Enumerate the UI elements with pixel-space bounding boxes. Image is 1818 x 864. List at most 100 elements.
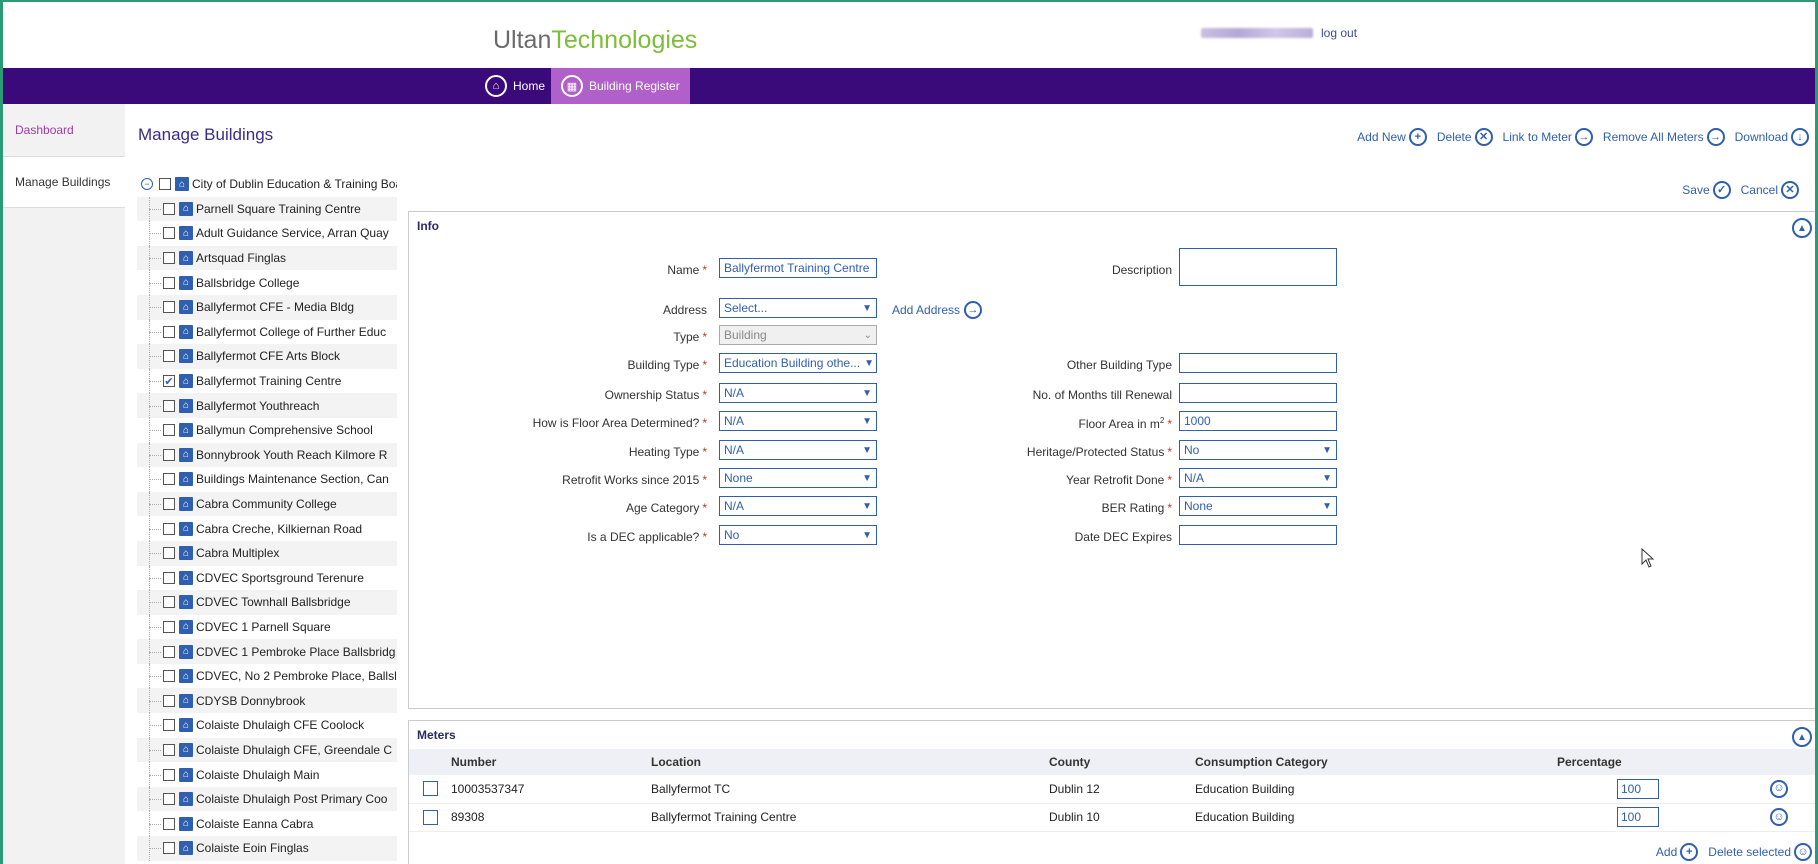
tree-item-checkbox[interactable]	[163, 252, 175, 265]
collapse-info-icon[interactable]: ▲	[1792, 218, 1812, 238]
save-button[interactable]: Save ✓	[1682, 181, 1731, 199]
tree-item-checkbox[interactable]	[163, 817, 175, 830]
tree-item[interactable]: ⌂ CDYSB Donnybrook	[137, 688, 397, 714]
remove-meter-icon[interactable]: ☺	[1770, 808, 1788, 826]
tree-item-checkbox[interactable]	[163, 719, 175, 732]
logout-link[interactable]: log out	[1321, 26, 1357, 40]
tree-item-checkbox[interactable]	[163, 547, 175, 560]
tree-item[interactable]: ⌂ Colaiste Dhulaigh CFE, Greendale C	[137, 737, 397, 763]
other-building-type-input[interactable]	[1179, 353, 1337, 373]
tree-item[interactable]: ⌂ Colaiste Dhulaigh CFE Coolock	[137, 713, 397, 738]
age-category-label: Age Category *	[625, 501, 707, 515]
remove-meter-icon[interactable]: ☺	[1770, 779, 1788, 798]
sidebar-item-manage-buildings[interactable]: Manage Buildings	[3, 156, 125, 208]
tree-item-checkbox[interactable]	[163, 620, 175, 633]
tree-item[interactable]: ⌂ Bonnybrook Youth Reach Kilmore R	[137, 442, 397, 468]
tree-connector	[137, 221, 163, 246]
tree-item[interactable]: ⌂ Ballyfermot College of Further Educ	[137, 319, 397, 345]
row-checkbox[interactable]	[423, 809, 438, 825]
tree-item[interactable]: ✔ ⌂ Ballyfermot Training Centre	[137, 368, 397, 394]
delete-selected-button[interactable]: Delete selected ☺	[1708, 843, 1812, 861]
age-category-select[interactable]: N/A ▼	[719, 496, 877, 516]
tree-item-checkbox[interactable]	[163, 301, 175, 314]
add-meter-button[interactable]: Add +	[1656, 843, 1699, 861]
tree-item-checkbox[interactable]	[163, 645, 175, 658]
tree-item-checkbox[interactable]	[163, 793, 175, 806]
brand-logo[interactable]: UltanTechnologies	[493, 26, 697, 55]
nav-home[interactable]: ⌂ Home	[475, 68, 555, 104]
collapse-tree-icon[interactable]: −	[141, 178, 153, 191]
tree-item[interactable]: ⌂ Ballyfermot CFE - Media Bldg	[137, 294, 397, 320]
tree-item[interactable]: ⌂ Parnell Square Training Centre	[137, 196, 397, 222]
tree-item[interactable]: ⌂ CDVEC 1 Parnell Square	[137, 614, 397, 640]
download-button[interactable]: Download ↓	[1735, 128, 1809, 146]
tree-item-checkbox[interactable]: ✔	[163, 375, 175, 388]
tree-item-checkbox[interactable]	[163, 202, 175, 215]
tree-item[interactable]: ⌂ Colaiste Eoin Finglas	[137, 836, 397, 861]
tree-item-checkbox[interactable]	[163, 424, 175, 437]
tree-item[interactable]: ⌂ Colaiste Eanna Cabra	[137, 811, 397, 836]
add-address-button[interactable]: Add Address →	[892, 301, 983, 319]
tree-item[interactable]: ⌂ CDVEC, No 2 Pembroke Place, Ballsl	[137, 663, 397, 689]
row-checkbox[interactable]	[423, 781, 438, 797]
tree-item[interactable]: ⌂ Ballyfermot CFE Arts Block	[137, 344, 397, 369]
tree-item-checkbox[interactable]	[163, 350, 175, 363]
percentage-input[interactable]: 100	[1617, 778, 1659, 799]
tree-item[interactable]: ⌂ Ballymun Comprehensive School	[137, 417, 397, 443]
tree-item-checkbox[interactable]	[163, 596, 175, 609]
tree-item[interactable]: ⌂ Cabra Community College	[137, 491, 397, 517]
name-input[interactable]: Ballyfermot Training Centre	[719, 258, 877, 278]
retrofit-select[interactable]: None ▼	[719, 468, 877, 488]
tree-item-checkbox[interactable]	[163, 473, 175, 486]
tree-item-checkbox[interactable]	[163, 325, 175, 338]
tree-item-checkbox[interactable]	[163, 522, 175, 535]
tree-item-checkbox[interactable]	[163, 670, 175, 683]
tree-item-checkbox[interactable]	[163, 227, 175, 240]
tree-item-checkbox[interactable]	[163, 571, 175, 584]
tree-item-checkbox[interactable]	[163, 842, 175, 855]
building-type-select[interactable]: Education Building othe... ▼	[719, 353, 877, 373]
dec-applicable-select[interactable]: No ▼	[719, 525, 877, 545]
description-textarea[interactable]	[1179, 248, 1337, 286]
tree-root-checkbox[interactable]	[159, 178, 171, 191]
link-to-meter-button[interactable]: Link to Meter →	[1503, 128, 1593, 146]
tree-item[interactable]: ⌂ Adult Guidance Service, Arran Quay	[137, 221, 397, 246]
percentage-input[interactable]: 100	[1617, 807, 1659, 827]
collapse-meters-icon[interactable]: ▲	[1792, 727, 1812, 747]
tree-item[interactable]: ⌂ Buildings Maintenance Section, Can	[137, 467, 397, 492]
months-renewal-input[interactable]	[1179, 383, 1337, 403]
tree-item[interactable]: ⌂ Ballsbridge College	[137, 270, 397, 295]
nav-building-register[interactable]: ▦ Building Register	[551, 68, 690, 104]
remove-all-meters-button[interactable]: Remove All Meters →	[1603, 128, 1725, 146]
tree-item[interactable]: ⌂ Artsquad Finglas	[137, 245, 397, 271]
heating-type-select[interactable]: N/A ▼	[719, 440, 877, 460]
heritage-select[interactable]: No ▼	[1179, 440, 1337, 460]
ownership-select[interactable]: N/A ▼	[719, 383, 877, 403]
address-select[interactable]: Select... ▼	[719, 298, 877, 318]
tree-item-checkbox[interactable]	[163, 498, 175, 511]
delete-button[interactable]: Delete ✕	[1437, 128, 1493, 146]
year-retrofit-select[interactable]: N/A ▼	[1179, 468, 1337, 488]
tree-item[interactable]: ⌂ Colaiste Dhulaigh Main	[137, 762, 397, 787]
tree-root[interactable]: − ⌂ City of Dublin Education & Training …	[137, 172, 397, 197]
floor-determined-select[interactable]: N/A ▼	[719, 411, 877, 431]
tree-item-checkbox[interactable]	[163, 694, 175, 707]
tree-item-checkbox[interactable]	[163, 448, 175, 461]
tree-item[interactable]: ⌂ CDVEC Sportsground Terenure	[137, 565, 397, 591]
sidebar-item-dashboard[interactable]: Dashboard	[3, 104, 125, 156]
cancel-button[interactable]: Cancel ✕	[1741, 181, 1799, 199]
floor-area-input[interactable]: 1000	[1179, 411, 1337, 431]
tree-item-checkbox[interactable]	[163, 276, 175, 289]
tree-item[interactable]: ⌂ Ballyfermot Youthreach	[137, 393, 397, 418]
tree-item[interactable]: ⌂ CDVEC 1 Pembroke Place Ballsbridg	[137, 639, 397, 664]
tree-item[interactable]: ⌂ Cabra Creche, Kilkiernan Road	[137, 516, 397, 541]
ber-rating-select[interactable]: None ▼	[1179, 496, 1337, 516]
add-new-button[interactable]: Add New +	[1357, 128, 1427, 146]
tree-item[interactable]: ⌂ CDVEC Townhall Ballsbridge	[137, 590, 397, 615]
tree-item-checkbox[interactable]	[163, 768, 175, 781]
tree-item[interactable]: ⌂ Colaiste Dhulaigh Post Primary Coo	[137, 786, 397, 812]
tree-item-checkbox[interactable]	[163, 743, 175, 756]
dec-expires-input[interactable]	[1179, 525, 1337, 545]
tree-item[interactable]: ⌂ Cabra Multiplex	[137, 540, 397, 566]
tree-item-checkbox[interactable]	[163, 399, 175, 412]
